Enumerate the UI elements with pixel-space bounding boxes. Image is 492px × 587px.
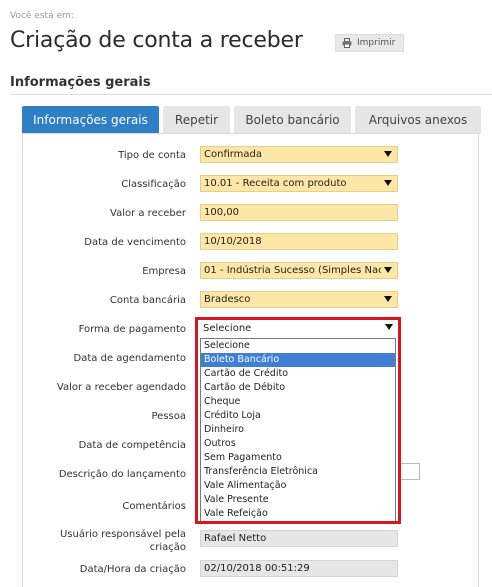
breadcrumb: Você está em: (10, 11, 74, 21)
classificacao-label: Classificação (121, 179, 186, 190)
vencimento-label: Data de vencimento (84, 237, 186, 248)
tab-bar: Informações gerais Repetir Boleto bancár… (22, 106, 481, 134)
comentarios-label: Comentários (122, 501, 186, 512)
pessoa-label: Pessoa (151, 411, 187, 422)
tab-arquivos-anexos[interactable]: Arquivos anexos (355, 106, 481, 134)
data-hora-value: 02/10/2018 00:51:29 (204, 563, 310, 574)
empresa-value: 01 - Indústria Sucesso (Simples Nacio (204, 265, 381, 276)
valor-value: 100,00 (204, 207, 239, 218)
printer-icon (342, 38, 352, 48)
vencimento-input[interactable]: 10/10/2018 (200, 233, 398, 250)
descricao-label: Descrição do lançamento (58, 469, 186, 480)
forma-pagamento-label: Forma de pagamento (78, 324, 186, 335)
chevron-down-icon (384, 180, 392, 186)
highlight-annotation (195, 317, 401, 524)
conta-bancaria-label: Conta bancária (109, 295, 186, 306)
usuario-label-line-1: Usuário responsável pela (59, 529, 186, 540)
chevron-down-icon (384, 151, 392, 157)
section-divider (10, 94, 492, 95)
classificacao-select[interactable]: 10.01 - Receita com produto (200, 175, 398, 192)
data-hora-field: 02/10/2018 00:51:29 (200, 560, 398, 577)
valor-input[interactable]: 100,00 (200, 204, 398, 221)
tab-repetir[interactable]: Repetir (163, 106, 230, 134)
usuario-field: Rafael Netto (200, 530, 398, 547)
conta-bancaria-value: Bradesco (204, 294, 251, 305)
tipo-conta-select[interactable]: Confirmada (200, 146, 398, 163)
tipo-conta-value: Confirmada (204, 149, 263, 160)
tab-informacoes-gerais[interactable]: Informações gerais (22, 106, 159, 134)
tab-boleto-bancario[interactable]: Boleto bancário (234, 106, 351, 134)
vencimento-value: 10/10/2018 (204, 236, 262, 247)
valor-agendado-label: Valor a receber agendado (56, 382, 186, 393)
descricao-input[interactable] (398, 463, 420, 480)
data-hora-label: Data/Hora da criação (79, 564, 186, 575)
chevron-down-icon (384, 296, 392, 302)
usuario-label-line-2: criação (149, 542, 186, 553)
agendamento-label: Data de agendamento (73, 353, 186, 364)
competencia-label: Data de competência (78, 440, 186, 451)
empresa-select[interactable]: 01 - Indústria Sucesso (Simples Nacio (200, 262, 398, 279)
section-title: Informações gerais (10, 75, 151, 90)
page-title: Criação de conta a receber (10, 28, 303, 53)
print-button-label: Imprimir (357, 38, 396, 48)
classificacao-value: 10.01 - Receita com produto (204, 178, 347, 189)
empresa-label: Empresa (142, 266, 186, 277)
usuario-value: Rafael Netto (204, 533, 267, 544)
tipo-conta-label: Tipo de conta (118, 150, 186, 161)
print-button[interactable]: Imprimir (335, 34, 404, 52)
chevron-down-icon (384, 267, 392, 273)
valor-label: Valor a receber (110, 208, 186, 219)
usuario-label: Usuário responsável pela criação (0, 528, 186, 554)
conta-bancaria-select[interactable]: Bradesco (200, 291, 398, 308)
